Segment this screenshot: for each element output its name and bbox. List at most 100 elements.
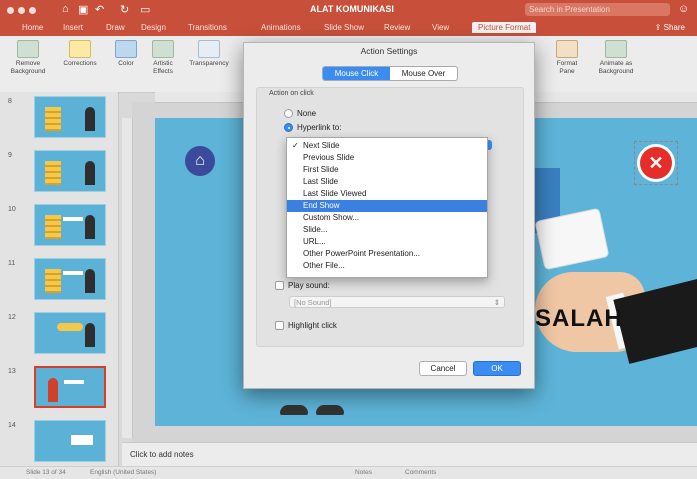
thumbnail-art bbox=[63, 271, 83, 275]
redo-icon[interactable]: ↻ bbox=[120, 3, 129, 16]
group-label: Action on click bbox=[269, 90, 314, 97]
slide-thumbnails-panel[interactable]: 8 9 10 11 12 13 14 bbox=[0, 92, 119, 468]
hyperlink-dropdown[interactable]: ✓ Next Slide Previous Slide First Slide L… bbox=[286, 137, 488, 278]
language-indicator[interactable]: English (United States) bbox=[90, 469, 156, 476]
dropdown-item-custom-show[interactable]: Custom Show... bbox=[287, 212, 487, 224]
format-pane-button[interactable]: Format Pane bbox=[550, 40, 584, 76]
sound-select[interactable]: [No Sound] ⇕ bbox=[289, 296, 505, 308]
corrections-icon bbox=[69, 40, 91, 58]
tab-insert[interactable]: Insert bbox=[63, 23, 83, 32]
tab-draw[interactable]: Draw bbox=[106, 23, 125, 32]
ribbon-tabs: Home Insert Draw Design Transitions Anim… bbox=[0, 20, 697, 36]
color-icon bbox=[115, 40, 137, 58]
transparency-icon bbox=[198, 40, 220, 58]
minimize-window-icon[interactable] bbox=[18, 7, 25, 14]
zoom-window-icon[interactable] bbox=[29, 7, 36, 14]
shoes-illustration bbox=[280, 395, 350, 415]
home-icon[interactable]: ⌂ bbox=[185, 146, 215, 176]
thumbnail-art bbox=[71, 435, 93, 445]
thumbnail-number: 10 bbox=[8, 206, 16, 213]
close-window-icon[interactable] bbox=[7, 7, 14, 14]
dropdown-item-label: Next Slide bbox=[303, 141, 340, 150]
none-radio[interactable] bbox=[284, 109, 293, 118]
close-icon[interactable]: ✕ bbox=[640, 147, 672, 179]
transparency-label: Transparency bbox=[189, 60, 229, 67]
comments-button[interactable]: Comments bbox=[405, 469, 436, 476]
play-sound-label: Play sound: bbox=[288, 281, 330, 290]
dropdown-item-other-file[interactable]: Other File... bbox=[287, 260, 487, 272]
highlight-click-label: Highlight click bbox=[288, 321, 337, 330]
slide-thumbnail-11[interactable] bbox=[34, 258, 106, 300]
salah-text[interactable]: SALAH bbox=[535, 305, 623, 333]
dropdown-item-next-slide[interactable]: ✓ Next Slide bbox=[287, 140, 487, 152]
dialog-title: Action Settings bbox=[360, 46, 418, 56]
dropdown-item-end-show[interactable]: End Show bbox=[287, 200, 487, 212]
animate-as-background-button[interactable]: Animate as Background bbox=[590, 40, 642, 76]
tab-transitions[interactable]: Transitions bbox=[188, 23, 227, 32]
hyperlink-label: Hyperlink to: bbox=[297, 123, 342, 132]
dropdown-item-url[interactable]: URL... bbox=[287, 236, 487, 248]
share-label: Share bbox=[663, 23, 685, 32]
chevron-updown-icon: ⇕ bbox=[493, 298, 500, 307]
slide-thumbnail-10[interactable] bbox=[34, 204, 106, 246]
search-input[interactable]: Search in Presentation bbox=[525, 3, 670, 16]
play-sound-checkbox[interactable] bbox=[275, 281, 284, 290]
tab-home[interactable]: Home bbox=[22, 23, 43, 32]
cancel-button[interactable]: Cancel bbox=[419, 361, 467, 376]
thumbnail-art bbox=[45, 215, 61, 239]
tab-mouse-click[interactable]: Mouse Click bbox=[323, 67, 390, 80]
color-label: Color bbox=[118, 60, 134, 67]
animate-background-icon bbox=[605, 40, 627, 58]
dropdown-item-last-slide-viewed[interactable]: Last Slide Viewed bbox=[287, 188, 487, 200]
home-icon[interactable]: ⌂ bbox=[62, 3, 69, 15]
color-button[interactable]: Color bbox=[112, 40, 140, 68]
slide-thumbnail-9[interactable] bbox=[34, 150, 106, 192]
undo-icon[interactable]: ↶ bbox=[95, 3, 104, 16]
remove-background-icon bbox=[17, 40, 39, 58]
tab-design[interactable]: Design bbox=[141, 23, 166, 32]
shoe-right bbox=[316, 405, 344, 415]
highlight-click-checkbox[interactable] bbox=[275, 321, 284, 330]
dropdown-item-previous-slide[interactable]: Previous Slide bbox=[287, 152, 487, 164]
notes-button[interactable]: Notes bbox=[355, 469, 372, 476]
tab-review[interactable]: Review bbox=[384, 23, 410, 32]
sound-select-value: [No Sound] bbox=[294, 298, 332, 307]
transparency-button[interactable]: Transparency bbox=[183, 40, 235, 68]
dropdown-item-last-slide[interactable]: Last Slide bbox=[287, 176, 487, 188]
vertical-ruler bbox=[122, 118, 133, 438]
thumbnail-art bbox=[63, 217, 83, 221]
slideshow-icon[interactable]: ▭ bbox=[140, 3, 150, 16]
dropdown-item-first-slide[interactable]: First Slide bbox=[287, 164, 487, 176]
dropdown-item-slide[interactable]: Slide... bbox=[287, 224, 487, 236]
tab-mouse-over[interactable]: Mouse Over bbox=[390, 67, 457, 80]
slide-thumbnail-12[interactable] bbox=[34, 312, 106, 354]
share-button[interactable]: ⇪ Share bbox=[655, 23, 685, 32]
save-icon[interactable]: ▣ bbox=[78, 3, 88, 16]
thumbnail-figure bbox=[85, 215, 95, 239]
profile-icon[interactable]: ☺ bbox=[678, 3, 689, 15]
thumbnail-art bbox=[57, 323, 83, 331]
slide-thumbnail-8[interactable] bbox=[34, 96, 106, 138]
thumbnail-number: 13 bbox=[8, 368, 16, 375]
tab-view[interactable]: View bbox=[432, 23, 449, 32]
artistic-effects-button[interactable]: Artistic Effects bbox=[146, 40, 180, 76]
hyperlink-radio[interactable] bbox=[284, 123, 293, 132]
corrections-button[interactable]: Corrections bbox=[58, 40, 102, 68]
slide-thumbnail-13[interactable] bbox=[34, 366, 106, 408]
remove-background-button[interactable]: Remove Background bbox=[8, 40, 48, 76]
thumbnail-art bbox=[45, 161, 61, 185]
tab-slide-show[interactable]: Slide Show bbox=[324, 23, 364, 32]
tab-picture-format[interactable]: Picture Format bbox=[472, 22, 537, 33]
thumbnail-art bbox=[45, 269, 61, 293]
dropdown-item-other-presentation[interactable]: Other PowerPoint Presentation... bbox=[287, 248, 487, 260]
artistic-effects-label: Artistic Effects bbox=[153, 60, 173, 75]
ok-button[interactable]: OK bbox=[473, 361, 521, 376]
notes-pane[interactable]: Click to add notes bbox=[122, 442, 697, 467]
remove-background-label: Remove Background bbox=[10, 60, 46, 75]
thumbnail-number: 14 bbox=[8, 422, 16, 429]
slide-thumbnail-14[interactable] bbox=[34, 420, 106, 462]
tab-animations[interactable]: Animations bbox=[261, 23, 301, 32]
thumbnail-art bbox=[45, 107, 61, 131]
notes-placeholder: Click to add notes bbox=[130, 450, 194, 459]
thumbnail-art bbox=[64, 380, 84, 384]
